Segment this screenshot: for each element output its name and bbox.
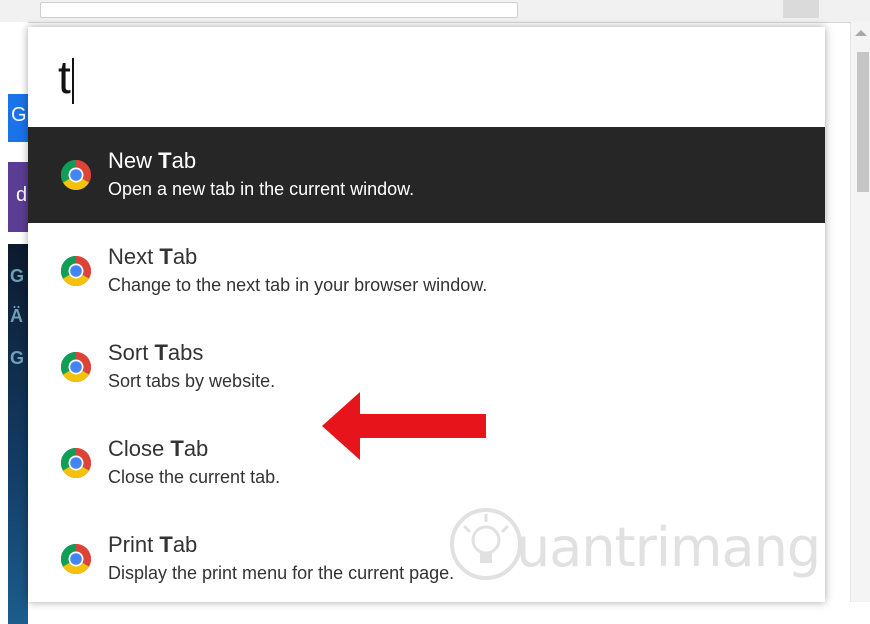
background-letter: Ä bbox=[10, 306, 23, 326]
address-bar[interactable] bbox=[40, 2, 518, 18]
search-box[interactable]: t bbox=[28, 27, 825, 127]
browser-toolbar bbox=[0, 0, 870, 23]
chrome-icon bbox=[60, 352, 92, 383]
result-item[interactable]: Next Tab Change to the next tab in your b… bbox=[28, 223, 825, 319]
result-title: Sort Tabs bbox=[108, 340, 203, 366]
text-caret bbox=[71, 57, 74, 104]
result-description: Close the current tab. bbox=[108, 467, 281, 487]
background-letter: G bbox=[11, 104, 27, 126]
result-title-match: T bbox=[158, 148, 172, 173]
result-title: Print Tab bbox=[108, 532, 197, 558]
result-title-text: abs bbox=[167, 340, 204, 365]
chrome-icon bbox=[60, 544, 92, 575]
result-item[interactable]: New Tab Open a new tab in the current win… bbox=[28, 127, 825, 223]
background-page: G d G Ä G bbox=[0, 22, 28, 624]
result-title-text: Next bbox=[108, 244, 160, 269]
search-query: t bbox=[58, 51, 71, 103]
result-title-text: Sort bbox=[108, 340, 155, 365]
red-arrow-icon bbox=[322, 392, 486, 460]
result-title-match: T bbox=[170, 436, 184, 461]
result-title-text: New bbox=[108, 148, 159, 173]
result-title: New Tab bbox=[108, 148, 196, 174]
background-letter: d bbox=[16, 184, 28, 206]
background-blue-block: G bbox=[8, 94, 28, 142]
scroll-thumb[interactable] bbox=[857, 52, 869, 192]
result-title-text: ab bbox=[172, 244, 198, 269]
result-title-text: ab bbox=[171, 148, 197, 173]
result-description: Sort tabs by website. bbox=[108, 371, 276, 391]
command-popup: t New Tab Open a new tab in the current w… bbox=[28, 27, 825, 602]
result-title-text: Close bbox=[108, 436, 171, 461]
result-title-text: ab bbox=[183, 436, 209, 461]
result-title-match: T bbox=[154, 340, 168, 365]
result-description: Display the print menu for the current p… bbox=[108, 563, 455, 583]
search-input[interactable]: t bbox=[58, 49, 74, 105]
chrome-icon bbox=[60, 160, 92, 191]
background-letter: G bbox=[10, 266, 25, 286]
toolbar-button[interactable] bbox=[783, 0, 819, 18]
chrome-icon bbox=[60, 256, 92, 287]
chrome-icon bbox=[60, 448, 92, 479]
result-title-text: ab bbox=[172, 532, 198, 557]
result-title-match: T bbox=[159, 244, 173, 269]
result-title-match: T bbox=[159, 532, 173, 557]
page-scrollbar[interactable] bbox=[850, 22, 870, 602]
background-letter: G bbox=[10, 348, 25, 368]
result-title-text: Print bbox=[108, 532, 160, 557]
result-title: Next Tab bbox=[108, 244, 197, 270]
background-purple-block: d bbox=[8, 162, 28, 232]
result-description: Change to the next tab in your browser w… bbox=[108, 275, 488, 295]
result-title: Close Tab bbox=[108, 436, 208, 462]
background-image: G Ä G bbox=[8, 244, 28, 624]
result-description: Open a new tab in the current window. bbox=[108, 179, 415, 199]
result-item[interactable]: Print Tab Display the print menu for the … bbox=[28, 511, 825, 602]
scroll-up-icon[interactable] bbox=[855, 30, 867, 36]
results-list: New Tab Open a new tab in the current win… bbox=[28, 127, 825, 602]
